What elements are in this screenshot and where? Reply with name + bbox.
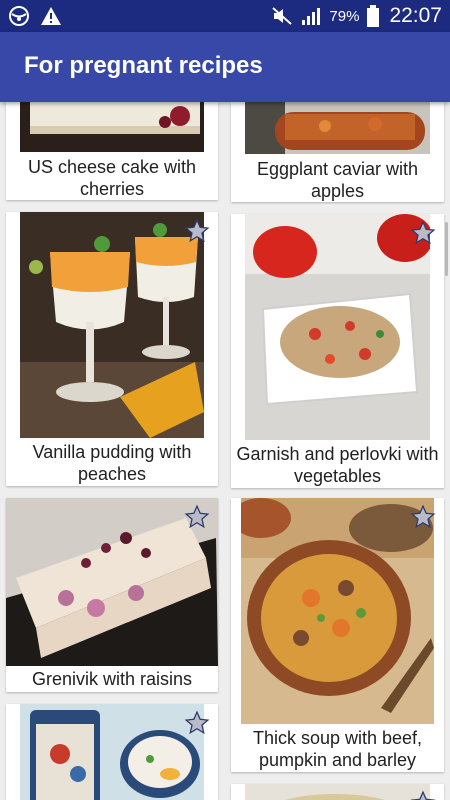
app-title: For pregnant recipes xyxy=(24,52,263,79)
recipe-image xyxy=(20,212,204,438)
recipe-title: Eggplant caviar with apples xyxy=(256,159,419,201)
signal-icon xyxy=(302,8,321,25)
clock: 22:07 xyxy=(389,4,442,27)
recipe-card[interactable]: Thick soup with beef, pumpkin and barley xyxy=(231,498,444,772)
star-outline-icon[interactable] xyxy=(184,710,210,736)
star-outline-icon[interactable] xyxy=(410,790,436,800)
recipe-image xyxy=(245,784,430,800)
battery-percent: 79% xyxy=(329,7,360,25)
star-outline-icon[interactable] xyxy=(184,218,210,244)
recipe-grid[interactable]: US cheese cake with cherries Eggplant ca… xyxy=(0,102,450,800)
recipe-title: Garnish and perlovki with vegetables xyxy=(236,444,439,486)
recipe-card[interactable]: Vanilla pudding with peaches xyxy=(6,212,218,486)
recipe-image xyxy=(245,214,430,440)
recipe-title: Grenivik with raisins xyxy=(31,669,193,689)
status-bar: 79% 22:07 xyxy=(0,0,450,32)
recipe-image xyxy=(20,704,204,800)
scrollbar[interactable] xyxy=(445,222,448,276)
recipe-image xyxy=(20,102,204,152)
recipe-card[interactable]: Eggplant caviar with apples xyxy=(231,102,444,202)
star-outline-icon[interactable] xyxy=(410,220,436,246)
star-outline-icon[interactable] xyxy=(410,504,436,530)
status-left xyxy=(8,5,62,27)
recipe-image xyxy=(241,498,434,724)
app-notification-icon xyxy=(9,6,29,26)
recipe-card[interactable]: Grenivik with raisins xyxy=(6,498,218,692)
star-outline-icon[interactable] xyxy=(184,504,210,530)
recipe-image xyxy=(245,102,430,154)
recipe-card[interactable]: US cheese cake with cherries xyxy=(6,102,218,200)
recipe-card[interactable] xyxy=(231,784,444,800)
recipe-card[interactable]: Garnish and perlovki with vegetables xyxy=(231,214,444,488)
recipe-title: US cheese cake with cherries xyxy=(27,157,197,199)
recipe-card[interactable] xyxy=(6,704,218,800)
mute-icon xyxy=(272,7,293,25)
recipe-title: Vanilla pudding with peaches xyxy=(32,442,192,484)
status-right: 79% 22:07 xyxy=(271,4,442,28)
app-bar: For pregnant recipes xyxy=(0,32,450,102)
recipe-title: Thick soup with beef, pumpkin and barley xyxy=(252,728,423,770)
warning-icon xyxy=(41,7,61,25)
battery-icon xyxy=(367,5,380,27)
